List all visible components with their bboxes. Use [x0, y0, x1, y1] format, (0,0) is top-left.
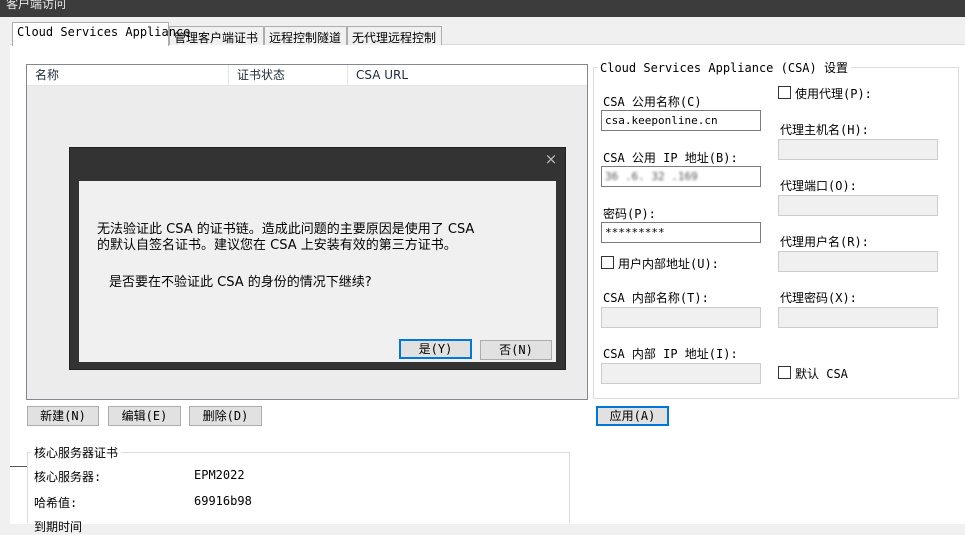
proxy-password-input[interactable] — [778, 307, 938, 328]
window-title: 客户端访问 — [6, 0, 67, 11]
delete-button[interactable]: 删除(D) — [189, 406, 262, 426]
use-proxy-label: 使用代理(P): — [795, 87, 872, 101]
close-icon[interactable]: × — [540, 150, 562, 168]
dialog-question: 是否要在不验证此 CSA 的身份的情况下继续? — [109, 275, 372, 290]
proxy-user-input[interactable] — [778, 251, 938, 272]
tab-remote-control-tunnel[interactable]: 远程控制隧道 — [264, 26, 347, 45]
dialog-message-line-1: 无法验证此 CSA 的证书链。造成此问题的主要原因是使用了 CSA — [97, 222, 475, 237]
csa-settings-title: Cloud Services Appliance (CSA) 设置 — [597, 59, 851, 76]
user-internal-address-label: 用户内部地址(U): — [618, 257, 719, 271]
internal-ip-input[interactable] — [601, 363, 761, 384]
internal-name-label: CSA 内部名称(T): — [603, 291, 709, 305]
public-name-input[interactable]: csa.keeponline.cn — [601, 110, 761, 131]
column-header-csa-url[interactable]: CSA URL — [348, 65, 587, 85]
expiry-label: 到期时间 — [34, 520, 83, 534]
internal-name-input[interactable] — [601, 307, 761, 328]
user-internal-address-checkbox[interactable] — [601, 256, 614, 269]
use-proxy-checkbox[interactable] — [778, 86, 791, 99]
proxy-host-label: 代理主机名(H): — [780, 123, 869, 137]
proxy-port-input[interactable] — [778, 195, 938, 216]
proxy-port-label: 代理端口(O): — [780, 179, 857, 193]
column-header-name[interactable]: 名称 — [27, 65, 229, 85]
core-server-label: 核心服务器: — [34, 470, 102, 484]
proxy-host-input[interactable] — [778, 139, 938, 160]
new-button[interactable]: 新建(N) — [27, 406, 99, 426]
public-ip-value: 36 .6. 32 .169 — [605, 170, 698, 183]
core-cert-group — [27, 452, 570, 523]
yes-button[interactable]: 是(Y) — [399, 339, 472, 359]
public-ip-input[interactable]: 36 .6. 32 .169 — [601, 166, 761, 187]
hash-value: 69916b98 — [194, 494, 252, 508]
default-csa-checkbox[interactable] — [778, 366, 791, 379]
tab-agentless-remote-control[interactable]: 无代理远程控制 — [347, 26, 442, 45]
core-cert-title: 核心服务器证书 — [31, 444, 122, 461]
proxy-password-label: 代理密码(X): — [780, 291, 857, 305]
default-csa-label: 默认 CSA — [795, 367, 848, 381]
list-header: 名称 证书状态 CSA URL — [27, 65, 587, 86]
apply-button[interactable]: 应用(A) — [596, 406, 669, 426]
dialog-message-line-2: 的默认自签名证书。建议您在 CSA 上安装有效的第三方证书。 — [97, 238, 457, 253]
proxy-user-label: 代理用户名(R): — [780, 235, 869, 249]
core-server-value: EPM2022 — [194, 468, 245, 482]
no-button[interactable]: 否(N) — [480, 340, 552, 360]
internal-ip-label: CSA 内部 IP 地址(I): — [603, 347, 738, 361]
password-input[interactable]: ********* — [601, 222, 761, 243]
divider — [10, 466, 28, 467]
tab-cloud-services-appliance[interactable]: Cloud Services Appliance — [12, 22, 190, 46]
column-header-cert-status[interactable]: 证书状态 — [229, 65, 348, 85]
tab-label: Cloud Services Appliance — [17, 25, 191, 39]
public-ip-label: CSA 公用 IP 地址(B): — [603, 151, 738, 165]
dialog-message: 无法验证此 CSA 的证书链。造成此问题的主要原因是使用了 CSA 的默认自签名… — [97, 222, 474, 254]
edit-button[interactable]: 编辑(E) — [108, 406, 181, 426]
tab-label: 远程控制隧道 — [269, 31, 342, 45]
title-bar: 客户端访问 — [0, 0, 965, 17]
hash-label: 哈希值: — [34, 496, 78, 510]
tab-label: 无代理远程控制 — [352, 31, 437, 45]
public-name-label: CSA 公用名称(C) — [603, 95, 702, 109]
password-label: 密码(P): — [603, 207, 656, 221]
